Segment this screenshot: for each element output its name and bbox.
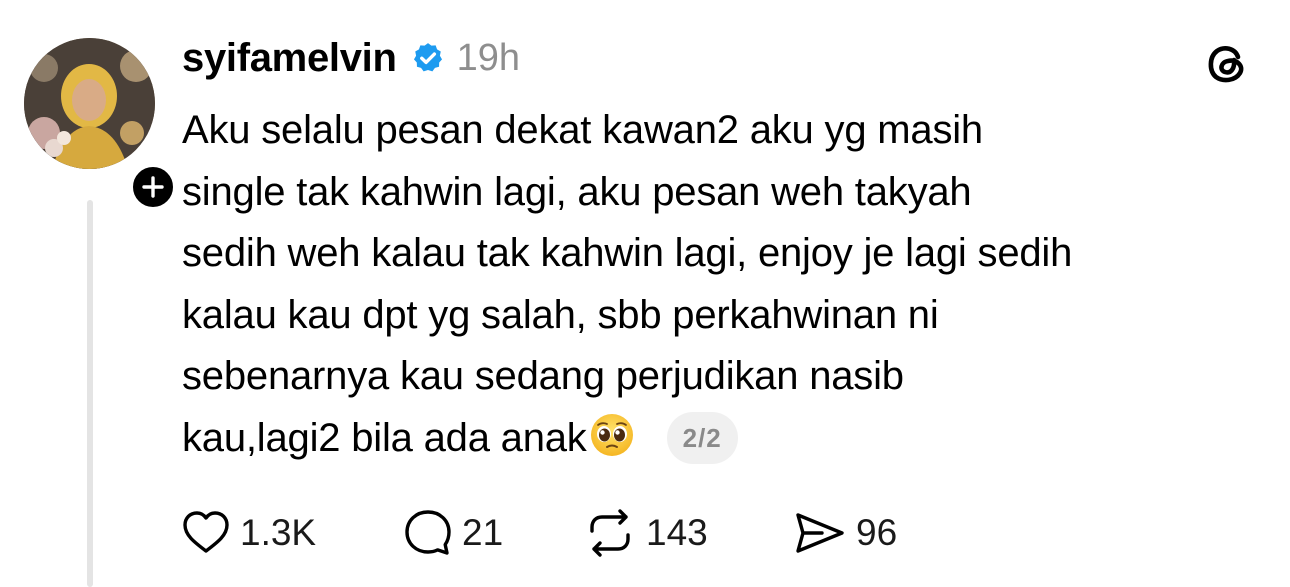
- post-body-line: sebenarnya kau sedang perjudikan nasib: [182, 354, 904, 398]
- repost-count: 143: [646, 512, 708, 553]
- author-username[interactable]: syifamelvin: [182, 36, 397, 81]
- post-actions: 1.3K 21 143 96: [180, 505, 897, 561]
- post-body-line: sedih weh kalau tak kahwin lagi, enjoy j…: [182, 231, 1073, 275]
- post-body-line: single tak kahwin lagi, aku pesan weh ta…: [182, 169, 972, 214]
- send-icon: [796, 513, 844, 553]
- like-button[interactable]: 1.3K: [180, 507, 402, 559]
- reply-count: 21: [462, 512, 504, 553]
- post-timestamp: 19h: [456, 36, 520, 79]
- reply-button[interactable]: 21: [402, 507, 582, 559]
- thread-page-indicator: 2/2: [666, 411, 738, 464]
- repost-button[interactable]: 143: [582, 507, 792, 559]
- plus-icon: [142, 176, 164, 198]
- threads-logo-icon: [1204, 40, 1250, 86]
- follow-button[interactable]: [128, 162, 178, 212]
- post-header: syifamelvin 19h: [182, 30, 520, 86]
- thread-post: syifamelvin 19h Aku selalu pesan dekat k…: [0, 0, 1290, 587]
- post-body: Aku selalu pesan dekat kawan2 aku yg mas…: [182, 100, 1272, 469]
- comment-icon: [405, 510, 451, 555]
- share-button[interactable]: 96: [792, 507, 897, 559]
- avatar[interactable]: [24, 38, 155, 169]
- pleading-face-emoji-icon: [589, 412, 635, 458]
- post-body-line: kau,lagi2 bila ada anak: [182, 415, 587, 460]
- like-count: 1.3K: [240, 512, 317, 553]
- verified-badge-icon: [411, 41, 445, 75]
- post-body-line: kalau kau dpt yg salah, sbb perkahwinan …: [182, 292, 939, 337]
- share-count: 96: [856, 512, 898, 553]
- author-avatar-wrap[interactable]: [24, 38, 178, 212]
- repost-icon: [590, 509, 630, 557]
- thread-connector-line: [87, 200, 93, 587]
- heart-icon: [183, 511, 229, 553]
- post-body-last-line: kau,lagi2 bila ada anak 2/2: [182, 408, 1272, 470]
- post-body-line: Aku selalu pesan dekat kawan2 aku yg mas…: [182, 108, 983, 152]
